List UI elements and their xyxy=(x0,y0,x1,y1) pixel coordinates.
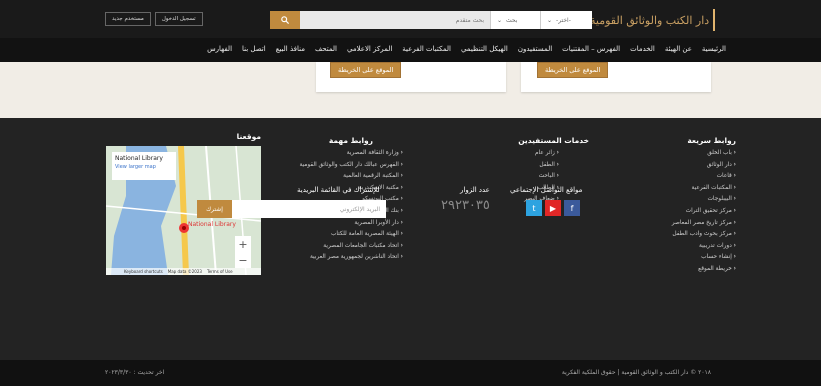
quick-link-item[interactable]: مركز تحقيق التراث xyxy=(672,208,736,220)
beneficiaries-title: خدمات المستفيدين xyxy=(518,136,589,145)
facebook-icon[interactable]: f xyxy=(564,200,580,216)
beneficiary-item[interactable]: الطفل xyxy=(524,162,559,174)
bottom-bar: ٢٠١٨ © دار الكتب و الوثائق القومية | حقو… xyxy=(0,360,821,386)
map-location-button[interactable]: الموقع على الخريطة xyxy=(330,62,402,78)
location-title: موقعنا xyxy=(236,132,261,141)
logo-text: دار الكتب والوثائق القومية xyxy=(590,13,710,27)
youtube-icon[interactable]: ▶ xyxy=(545,200,561,216)
twitter-icon[interactable]: t xyxy=(526,200,542,216)
nav-item-branches[interactable]: المكتبات الفرعية xyxy=(402,45,451,53)
map-location-button[interactable]: الموقع على الخريطة xyxy=(537,62,609,78)
nav-item-sales[interactable]: منافذ البيع xyxy=(276,45,305,53)
subscribe-button[interactable]: إشترك xyxy=(197,200,232,218)
nav-item-indexes[interactable]: الفهارس xyxy=(207,45,232,53)
zoom-out-icon[interactable]: − xyxy=(238,254,247,267)
zoom-in-icon[interactable]: + xyxy=(238,238,247,251)
map-larger-link[interactable]: View larger map xyxy=(115,164,173,170)
search-button[interactable] xyxy=(270,11,300,29)
quick-link-item[interactable]: دورات تدريبية xyxy=(672,243,736,255)
branch-card: الموقع على الخريطة xyxy=(521,62,711,92)
quick-links-list: باب الخلق دار الوثائق قاعات المكتبات الف… xyxy=(672,150,736,278)
important-link-item[interactable]: الهيئة المصرية العامة للكتاب xyxy=(299,231,403,243)
map-footer: Keyboard shortcuts Map data ©2023 Terms … xyxy=(106,268,261,275)
quick-link-item[interactable]: مركز بحوث وادب الطفل xyxy=(672,231,736,243)
copyright-text: ٢٠١٨ © دار الكتب و الوثائق القومية | حقو… xyxy=(561,369,711,376)
nav-item-contact[interactable]: اتصل بنا xyxy=(242,45,266,53)
search-bar: ⌄ بحث ⌄ -اختر- xyxy=(270,11,592,29)
map-zoom-control: + − xyxy=(235,236,251,268)
search-category-label: -اختر- xyxy=(556,16,571,24)
footer: روابط سريعة باب الخلق دار الوثائق قاعات … xyxy=(0,118,821,360)
content-area: الموقع على الخريطة الموقع على الخريطة xyxy=(0,62,821,118)
quick-link-item[interactable]: مركز تاريخ مصر المعاصر xyxy=(672,220,736,232)
quick-link-item[interactable]: المكتبات الفرعية xyxy=(672,185,736,197)
beneficiary-item[interactable]: زائر عام xyxy=(524,150,559,162)
search-input[interactable] xyxy=(300,11,490,29)
map-data-credit: Map data ©2023 xyxy=(167,269,202,274)
quick-links-title: روابط سريعة xyxy=(687,136,736,145)
map-pin-label: National Library xyxy=(188,221,236,228)
important-links-title: روابط مهمة xyxy=(328,136,373,145)
nav-item-services[interactable]: الخدمات xyxy=(630,45,655,53)
quick-link-item[interactable]: خريطة الموقع xyxy=(672,266,736,278)
map-place-name: National Library xyxy=(115,155,163,162)
login-button[interactable]: تسجيل الدخول xyxy=(154,12,203,26)
important-link-item[interactable]: وزارة الثقافة المصرية xyxy=(299,150,403,162)
nav-item-museum[interactable]: المتحف xyxy=(315,45,337,53)
newsletter-form: إشترك البريد الإلكتروني xyxy=(197,200,386,218)
nav-list: الرئيسية عن الهيئة الخدمات الفهرس – المق… xyxy=(207,45,726,53)
map-keyboard-shortcuts[interactable]: Keyboard shortcuts xyxy=(124,269,163,274)
chevron-down-icon: ⌄ xyxy=(497,16,503,24)
visitors-count: ٢٩٢٣٠٣٥ xyxy=(441,198,490,213)
map-info-box: National Library View larger map xyxy=(112,152,176,180)
logo-mark-icon xyxy=(713,9,732,31)
quick-link-item[interactable]: دار الوثائق xyxy=(672,162,736,174)
important-link-item[interactable]: الفهرس عبالك دار الكتب والوثائق القومية xyxy=(299,162,403,174)
nav-item-media[interactable]: المركز الاعلامي xyxy=(347,45,392,53)
search-category-select[interactable]: ⌄ -اختر- xyxy=(540,11,592,29)
quick-link-item[interactable]: إنشاء حساب xyxy=(672,254,736,266)
map-terms-link[interactable]: Terms of Use xyxy=(207,269,233,274)
nav-item-catalog[interactable]: الفهرس – المقتنيات xyxy=(562,45,620,53)
important-link-item[interactable]: اتحاد مكتبات الجامعات المصرية xyxy=(299,243,403,255)
new-user-button[interactable]: مستخدم جديد xyxy=(105,12,151,26)
auth-buttons: مستخدم جديد تسجيل الدخول xyxy=(105,12,203,26)
nav-item-home[interactable]: الرئيسية xyxy=(702,45,726,53)
nav-item-about[interactable]: عن الهيئة xyxy=(665,45,692,53)
chevron-down-icon: ⌄ xyxy=(547,16,553,24)
quick-link-item[interactable]: البيبلوجات xyxy=(672,196,736,208)
newsletter-title: للإشتراك في القائمة البريدية xyxy=(297,186,380,194)
last-updated-text: اخر تحديث : ٢٠٢٣/٣/٣٠ xyxy=(105,369,165,376)
site-logo[interactable]: دار الكتب والوثائق القومية xyxy=(590,8,732,32)
main-nav: الرئيسية عن الهيئة الخدمات الفهرس – المق… xyxy=(0,38,821,62)
search-type-label: بحث xyxy=(506,16,518,24)
social-title: مواقع التواصل الإجتماعي xyxy=(510,186,583,194)
search-type-select[interactable]: ⌄ بحث xyxy=(490,11,540,29)
important-link-item[interactable]: المكتبة الرقمية العالمية xyxy=(299,173,403,185)
newsletter-email-input[interactable]: البريد الإلكتروني xyxy=(232,200,386,218)
quick-link-item[interactable]: قاعات xyxy=(672,173,736,185)
important-link-item[interactable]: دار الأوبرا المصرية xyxy=(299,220,403,232)
search-icon xyxy=(281,16,289,24)
important-link-item[interactable]: اتحاد الناشرين لجمهورية مصر العربية xyxy=(299,254,403,266)
page: دار الكتب والوثائق القومية ⌄ بحث ⌄ -اختر… xyxy=(0,0,821,386)
nav-item-beneficiaries[interactable]: المستفيدون xyxy=(518,45,552,53)
visitors-title: عدد الزوار xyxy=(460,186,490,194)
top-bar: دار الكتب والوثائق القومية ⌄ بحث ⌄ -اختر… xyxy=(0,0,821,38)
nav-item-structure[interactable]: الهيكل التنظيمي xyxy=(461,45,508,53)
quick-link-item[interactable]: باب الخلق xyxy=(672,150,736,162)
social-links: t ▶ f xyxy=(526,200,580,216)
branch-card: الموقع على الخريطة xyxy=(316,62,506,92)
beneficiary-item[interactable]: الباحث xyxy=(524,173,559,185)
